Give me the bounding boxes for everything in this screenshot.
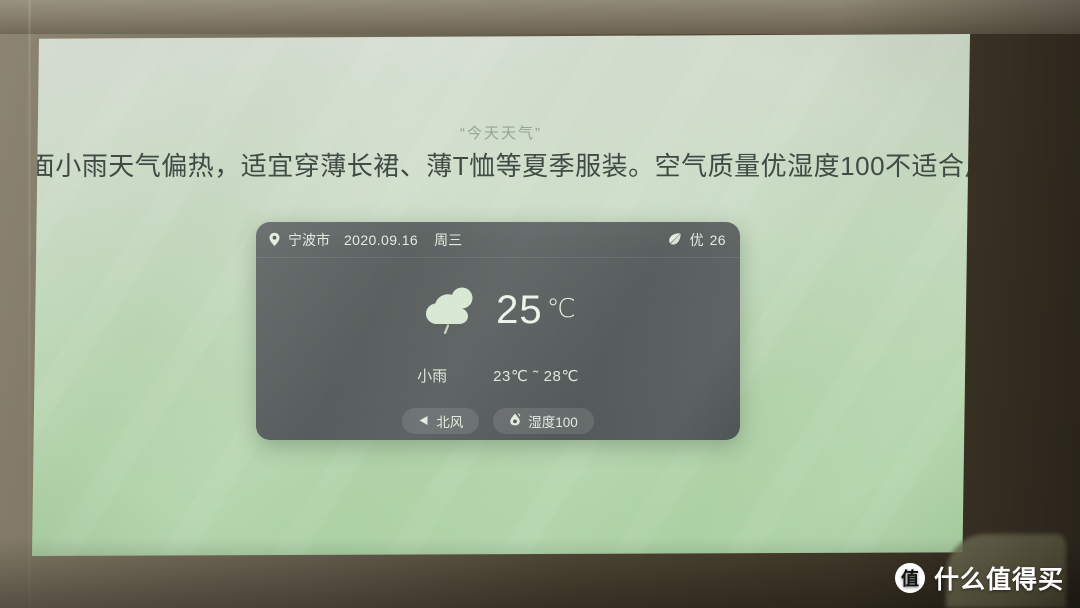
date-label: 2020.09.16 [344,231,419,248]
room-background: “今天天气” E外面小雨天气偏热，适宜穿薄长裙、薄T恤等夏季服装。空气质量优湿度… [0,0,1080,608]
watermark-text: 什么值得买 [933,566,1064,594]
weather-card-header: 宁波市 2020.09.16 周三 优 26 [256,222,740,258]
aqi-value-label: 26 [709,231,726,248]
leaf-icon [667,232,682,247]
weather-chips-row: 北风 湿度100 [256,408,740,434]
condition-row: 小雨 23℃ ˜ 28℃ [256,365,740,386]
slide-content: “今天天气” E外面小雨天气偏热，适宜穿薄长裙、薄T恤等夏季服装。空气质量优湿度… [32,34,970,556]
wind-direction-icon [418,414,429,429]
condition-text: 小雨 [417,368,448,385]
slide-quote-title: “今天天气” [460,125,542,142]
temperature-reading: 25 ℃ [496,290,576,330]
humidity-drop-icon [509,413,521,429]
humidity-chip[interactable]: 湿度100 [493,408,594,434]
location-pin-icon [268,232,281,247]
wind-chip[interactable]: 北风 [402,408,480,434]
wall-corner-edge [28,0,31,608]
cloud-rain-icon [420,280,482,339]
wind-chip-label: 北风 [436,415,464,430]
weather-card[interactable]: 宁波市 2020.09.16 周三 优 26 25 ℃ 小雨 23℃ ˜ 28℃… [256,222,740,440]
location-city-label: 宁波市 [288,231,330,248]
weekday-label: 周三 [434,231,463,248]
temperature-value: 25 [496,287,543,332]
slide-advice-text: E外面小雨天气偏热，适宜穿薄长裙、薄T恤等夏季服装。空气质量优湿度100不适合户… [0,151,1018,181]
humidity-chip-label: 湿度100 [528,415,578,430]
temperature-unit: ℃ [546,292,576,323]
watermark: 值 什么值得买 [894,560,1064,596]
weather-card-body: 25 ℃ 小雨 23℃ ˜ 28℃ 北风 湿度100 [256,258,740,434]
temperature-range: 23℃ ˜ 28℃ [493,367,579,385]
aqi-level-label: 优 [689,231,704,248]
current-temperature-row: 25 ℃ [256,280,740,339]
watermark-logo-icon: 值 [894,563,925,593]
projection-screen: “今天天气” E外面小雨天气偏热，适宜穿薄长裙、薄T恤等夏季服装。空气质量优湿度… [32,34,970,556]
